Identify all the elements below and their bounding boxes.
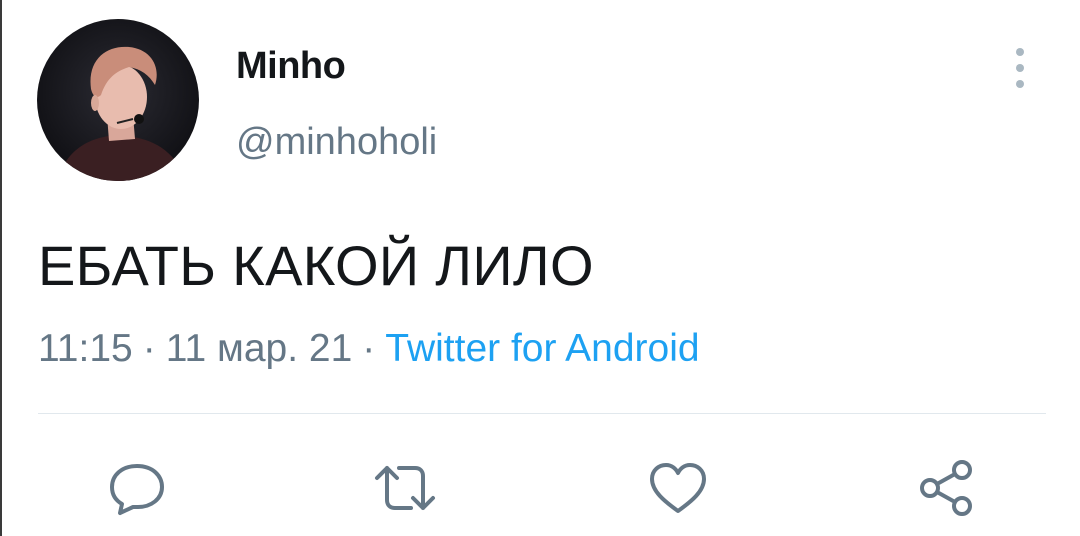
heart-icon xyxy=(648,461,708,515)
retweet-icon xyxy=(373,460,437,516)
share-icon xyxy=(916,458,976,518)
tweet-text: ЕБАТЬ КАКОЙ ЛИЛО xyxy=(38,234,594,297)
tweet-date: 11 мар. 21 xyxy=(165,327,353,370)
divider xyxy=(38,413,1046,414)
share-button[interactable] xyxy=(914,456,978,520)
retweet-button[interactable] xyxy=(373,456,437,520)
reply-button[interactable] xyxy=(105,456,169,520)
window-edge xyxy=(0,0,2,536)
like-button[interactable] xyxy=(646,456,710,520)
user-handle[interactable]: @minhoholi xyxy=(236,120,437,164)
tweet-meta: 11:15 · 11 мар. 21 · Twitter for Android xyxy=(38,326,700,372)
tweet-time: 11:15 xyxy=(38,327,133,370)
display-name[interactable]: Minho xyxy=(236,44,346,88)
meta-separator: · xyxy=(362,327,376,370)
tweet-source-link[interactable]: Twitter for Android xyxy=(385,327,699,370)
reply-icon xyxy=(107,460,167,516)
more-vertical-icon[interactable] xyxy=(1008,46,1032,90)
meta-separator: · xyxy=(142,327,156,370)
avatar[interactable] xyxy=(37,19,199,181)
tweet-card: Minho @minhoholi ЕБАТЬ КАКОЙ ЛИЛО 11:15 ·… xyxy=(0,0,1080,536)
